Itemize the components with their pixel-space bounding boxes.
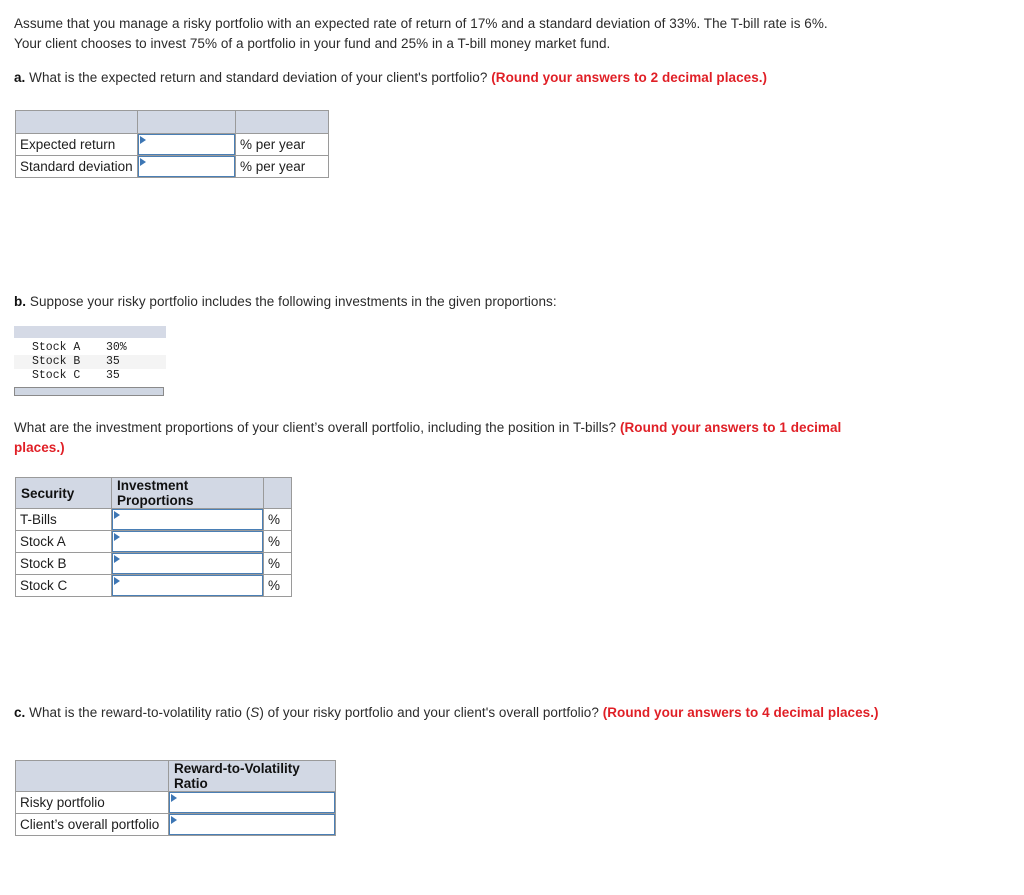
table-row: Stock A % (15, 530, 292, 553)
table-row-header: Reward-to-Volatility Ratio (15, 760, 336, 792)
column-header-investment-proportions: Investment Proportions (111, 477, 264, 509)
reward-to-volatility-table: Reward-to-Volatility Ratio Risky portfol… (15, 760, 336, 836)
investment-proportions-table: Security Investment Proportions T-Bills … (15, 477, 292, 597)
proportions-rows: Stock A 30% Stock B 35 Stock C 35 (14, 338, 166, 383)
unit-stock-c: % (263, 574, 292, 597)
unit-expected-return: % per year (235, 133, 329, 156)
standard-deviation-input[interactable] (138, 156, 235, 177)
question-c-text: c. What is the reward-to-volatility rati… (14, 703, 904, 723)
row-label-risky-portfolio: Risky portfolio (15, 791, 169, 814)
row-label-clients-overall-portfolio: Client’s overall portfolio (15, 813, 169, 836)
list-item: Stock B 35 (14, 355, 166, 369)
unit-stock-b: % (263, 552, 292, 575)
input-cell-stock-c[interactable] (111, 574, 264, 597)
question-b-followup-text: What are the investment proportions of y… (14, 418, 874, 458)
horizontal-scrollbar[interactable] (14, 387, 164, 396)
expected-return-table: Expected return % per year Standard devi… (15, 110, 329, 178)
table-a-header-blank-1 (15, 110, 138, 134)
proportions-top-bar (14, 326, 166, 338)
t-bills-proportion-input[interactable] (112, 509, 263, 530)
question-c-body-after: ) of your risky portfolio and your clien… (259, 705, 599, 720)
column-header-security: Security (15, 477, 112, 509)
question-c-body-before: What is the reward-to-volatility ratio ( (29, 705, 251, 720)
table-row: T-Bills % (15, 508, 292, 531)
input-cell-risky-portfolio[interactable] (168, 791, 336, 814)
input-cell-stock-b[interactable] (111, 552, 264, 575)
row-label-expected-return: Expected return (15, 133, 138, 156)
question-c-symbol: S (250, 705, 260, 720)
column-header-blank (15, 760, 169, 792)
column-header-reward-to-volatility-ratio: Reward-to-Volatility Ratio (168, 760, 336, 792)
question-a-label: a. (14, 70, 26, 85)
input-cell-standard-deviation[interactable] (137, 155, 236, 178)
table-row-header (15, 110, 329, 134)
list-item: Stock C 35 (14, 369, 166, 383)
proportion-value-stock-a: 30% (106, 341, 127, 354)
row-label-t-bills: T-Bills (15, 508, 112, 531)
question-c-instruction: (Round your answers to 4 decimal places.… (602, 705, 879, 720)
intro-paragraph: Assume that you manage a risky portfolio… (14, 14, 914, 54)
row-label-stock-c: Stock C (15, 574, 112, 597)
table-row: Standard deviation % per year (15, 155, 329, 178)
row-label-standard-deviation: Standard deviation (15, 155, 138, 178)
risky-portfolio-ratio-input[interactable] (169, 792, 335, 813)
table-a-header-blank-2 (137, 110, 236, 134)
question-a-instruction: (Round your answers to 2 decimal places.… (491, 70, 768, 85)
input-cell-stock-a[interactable] (111, 530, 264, 553)
stock-a-proportion-input[interactable] (112, 531, 263, 552)
table-row: Expected return % per year (15, 133, 329, 156)
proportion-value-stock-b: 35 (106, 355, 120, 368)
table-row: Stock B % (15, 552, 292, 575)
proportion-value-stock-c: 35 (106, 369, 120, 382)
question-c-label: c. (14, 705, 26, 720)
expected-return-input[interactable] (138, 134, 235, 155)
unit-stock-a: % (263, 530, 292, 553)
table-row: Risky portfolio (15, 791, 336, 814)
proportion-name-stock-c: Stock C (32, 369, 81, 382)
proportion-name-stock-b: Stock B (32, 355, 81, 368)
question-b-label: b. (14, 294, 27, 309)
worksheet-page: Assume that you manage a risky portfolio… (0, 0, 1024, 895)
proportion-name-stock-a: Stock A (32, 341, 81, 354)
row-label-stock-a: Stock A (15, 530, 112, 553)
risky-portfolio-proportions-block: Stock A 30% Stock B 35 Stock C 35 (14, 326, 166, 396)
intro-line-2: Your client chooses to invest 75% of a p… (14, 36, 611, 51)
stock-c-proportion-input[interactable] (112, 575, 263, 596)
input-cell-t-bills[interactable] (111, 508, 264, 531)
unit-standard-deviation: % per year (235, 155, 329, 178)
question-b-followup-body: What are the investment proportions of y… (14, 420, 617, 435)
table-row: Stock C % (15, 574, 292, 597)
table-row: Client’s overall portfolio (15, 813, 336, 836)
unit-t-bills: % (263, 508, 292, 531)
stock-b-proportion-input[interactable] (112, 553, 263, 574)
input-cell-clients-overall-portfolio[interactable] (168, 813, 336, 836)
list-item: Stock A 30% (14, 341, 166, 355)
question-a-body: What is the expected return and standard… (29, 70, 488, 85)
intro-line-1: Assume that you manage a risky portfolio… (14, 16, 828, 31)
input-cell-expected-return[interactable] (137, 133, 236, 156)
clients-overall-portfolio-ratio-input[interactable] (169, 814, 335, 835)
column-header-blank (263, 477, 292, 509)
table-a-header-blank-3 (235, 110, 329, 134)
question-a-text: a. What is the expected return and stand… (14, 68, 894, 88)
table-row-header: Security Investment Proportions (15, 477, 292, 509)
question-b-text: b. Suppose your risky portfolio includes… (14, 292, 714, 312)
row-label-stock-b: Stock B (15, 552, 112, 575)
question-b-body: Suppose your risky portfolio includes th… (29, 294, 557, 309)
